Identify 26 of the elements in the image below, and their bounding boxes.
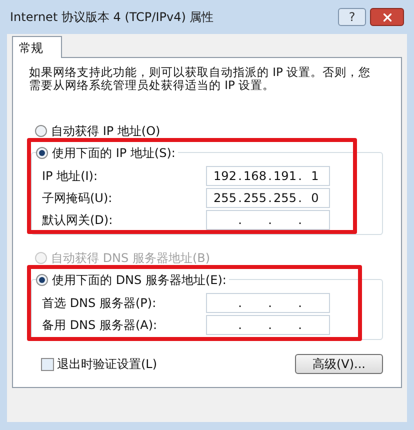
field-label: 默认网关(D):: [42, 213, 113, 227]
radio-button[interactable]: [36, 147, 48, 159]
field-label: 子网掩码(U):: [42, 191, 112, 205]
radio-label: 自动获得 DNS 服务器地址(B): [51, 252, 210, 264]
ip-address-field[interactable]: . . .: [206, 315, 330, 335]
field-label: 首选 DNS 服务器(P):: [42, 296, 156, 310]
description-text: 如果网络支持此功能，则可以获取自动指派的 IP 设置。否则，您需要从网络系统管理员处获得适当的 IP 设置。: [28, 66, 372, 92]
ip-address-field[interactable]: . . .: [206, 293, 330, 313]
radio-label: 使用下面的 IP 地址(S):: [52, 146, 176, 160]
ip-address-field[interactable]: . . .: [206, 210, 330, 230]
ip-address-field[interactable]: 192.168.191. 1: [206, 166, 330, 186]
checkbox[interactable]: [41, 358, 54, 370]
help-button[interactable]: ?: [338, 8, 366, 26]
radio-label: 自动获得 IP 地址(O): [51, 124, 160, 138]
ip-address-field[interactable]: 255.255.255. 0: [206, 188, 330, 208]
close-icon: [380, 10, 394, 24]
radio-label: 使用下面的 DNS 服务器地址(E):: [52, 274, 226, 286]
radio-button[interactable]: [35, 125, 47, 137]
field-label: 备用 DNS 服务器(A):: [42, 318, 158, 332]
radio-button[interactable]: [36, 274, 48, 286]
close-button[interactable]: [370, 8, 404, 26]
tab[interactable]: 常规: [12, 36, 62, 58]
checkbox-label: 退出时验证设置(L): [57, 356, 158, 373]
field-label: IP 地址(I):: [42, 169, 98, 183]
window-title: Internet 协议版本 4 (TCP/IPv4) 属性: [10, 9, 214, 26]
advanced-button[interactable]: 高级(V)...: [295, 354, 383, 374]
